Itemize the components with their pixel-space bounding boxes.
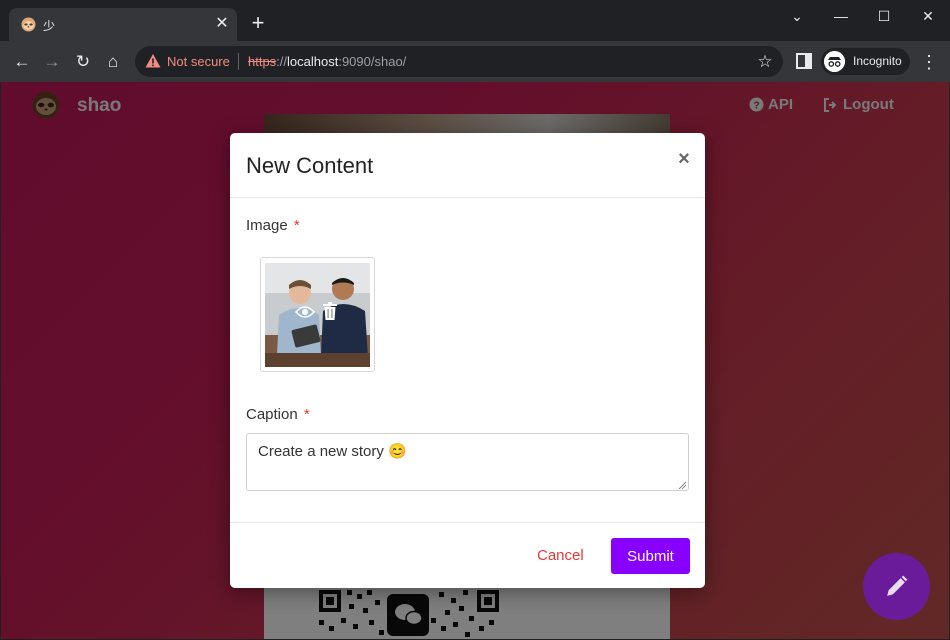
new-content-modal: New Content × Image * Caption * Create a… [230, 133, 705, 588]
image-label-text: Image [246, 217, 288, 234]
image-label: Image * [246, 217, 300, 234]
required-marker: * [303, 406, 310, 423]
active-tab[interactable]: 少 ✕ [9, 8, 237, 41]
shield-warning-icon[interactable] [145, 53, 161, 69]
back-icon[interactable]: ← [9, 49, 35, 75]
sloth-favicon-icon [21, 17, 36, 32]
browser-menu-icon[interactable]: ⋮ [919, 50, 939, 74]
url-separator: :// [276, 54, 288, 69]
incognito-icon [824, 51, 845, 72]
resize-handle-icon[interactable] [678, 481, 686, 489]
modal-footer: Cancel Submit [230, 522, 705, 588]
side-panel-icon[interactable] [796, 53, 812, 69]
window-close-icon[interactable]: ✕ [913, 6, 943, 26]
modal-header: New Content × [230, 133, 705, 198]
url-host: localhost [287, 54, 339, 69]
modal-title: New Content [246, 153, 374, 178]
incognito-label: Incognito [853, 54, 902, 68]
browser-toolbar: ← → ↻ ⌂ Not secure https://localhost:909… [0, 41, 950, 82]
address-bar[interactable]: Not secure https://localhost:9090/shao/ … [135, 46, 783, 77]
modal-close-icon[interactable]: × [675, 148, 693, 170]
compose-fab[interactable] [863, 553, 930, 620]
url-scheme: https [248, 54, 277, 69]
maximize-icon[interactable]: ☐ [869, 6, 899, 26]
home-icon[interactable]: ⌂ [100, 49, 126, 75]
star-icon[interactable]: ☆ [755, 52, 775, 72]
eye-icon[interactable] [295, 305, 315, 319]
tab-search-icon[interactable]: ⌄ [782, 6, 812, 26]
tab-title: 少 [43, 19, 56, 33]
page-viewport: shao ? API Logout [1, 82, 949, 639]
image-thumbnail[interactable] [260, 257, 375, 372]
submit-button[interactable]: Submit [611, 538, 690, 574]
caption-input[interactable]: Create a new story 😊 [246, 433, 689, 491]
reload-icon[interactable]: ↻ [70, 49, 96, 75]
url-path: :9090/shao/ [338, 54, 407, 69]
url-text[interactable]: https://localhost:9090/shao/ [248, 54, 406, 69]
tab-close-icon[interactable]: ✕ [213, 15, 231, 33]
omnibox-divider [238, 53, 239, 70]
minimize-icon[interactable]: — [826, 6, 856, 26]
uploaded-photo [265, 263, 370, 367]
forward-icon[interactable]: → [39, 49, 65, 75]
new-tab-icon[interactable]: + [247, 12, 269, 34]
required-marker: * [293, 217, 300, 234]
pencil-icon [887, 575, 908, 596]
tab-strip: 少 ✕ + ⌄ — ☐ ✕ [0, 0, 950, 41]
cancel-button[interactable]: Cancel [537, 547, 584, 564]
incognito-profile[interactable]: Incognito [821, 48, 910, 75]
caption-label-text: Caption [246, 406, 298, 423]
trash-icon[interactable] [322, 302, 338, 320]
security-label[interactable]: Not secure [167, 54, 230, 69]
caption-label: Caption * [246, 406, 310, 423]
